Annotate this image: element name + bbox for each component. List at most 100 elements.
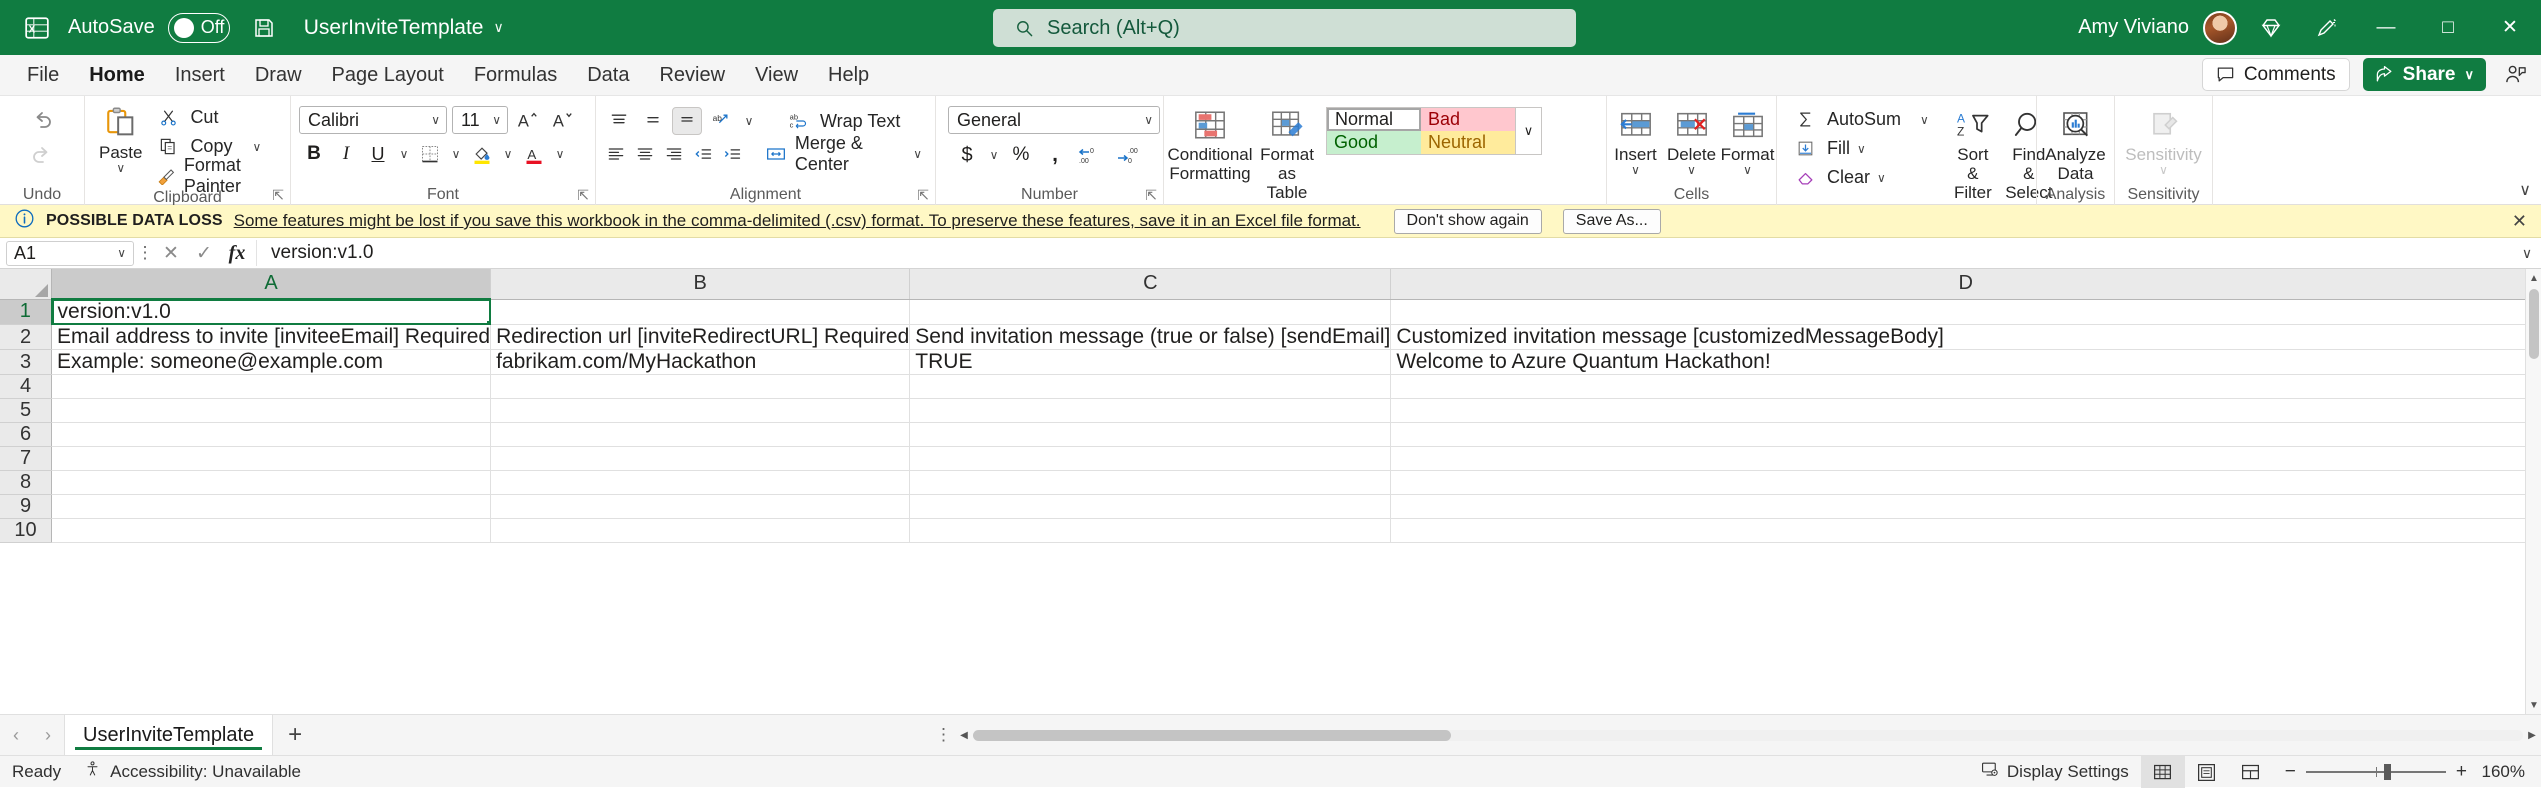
add-sheet-button[interactable]: +: [273, 715, 317, 756]
cell-C9[interactable]: [909, 494, 1392, 519]
accessibility-status[interactable]: Accessibility: Unavailable: [73, 756, 313, 788]
column-header-d[interactable]: D: [1390, 269, 2541, 300]
comments-button[interactable]: Comments: [2201, 58, 2350, 91]
next-sheet-icon[interactable]: ›: [32, 715, 64, 756]
style-bad[interactable]: Bad: [1421, 108, 1515, 131]
font-color-dropdown[interactable]: ∨: [551, 140, 569, 168]
cell-D8[interactable]: [1390, 470, 2541, 495]
underline-dropdown[interactable]: ∨: [395, 140, 413, 168]
row-header-1[interactable]: 1: [0, 299, 53, 325]
tab-data[interactable]: Data: [572, 58, 644, 92]
formula-input[interactable]: version:v1.0: [256, 240, 2513, 266]
fill-button[interactable]: Fill ∨: [1785, 135, 1934, 162]
scroll-left-icon[interactable]: ◀: [955, 728, 973, 743]
clear-button[interactable]: Clear ∨: [1785, 164, 1934, 191]
font-dialog-launcher[interactable]: ⇱: [577, 187, 589, 204]
page-break-preview-button[interactable]: [2229, 756, 2273, 788]
vertical-scrollbar-thumb[interactable]: [2529, 289, 2539, 359]
tab-draw[interactable]: Draw: [240, 58, 317, 92]
horizontal-scrollbar-thumb[interactable]: [973, 730, 1451, 741]
cell-D10[interactable]: [1390, 518, 2541, 543]
row-header-9[interactable]: 9: [0, 494, 53, 519]
cell-B3[interactable]: fabrikam.com/MyHackathon: [490, 349, 911, 375]
cancel-entry-icon[interactable]: ✕: [156, 240, 186, 266]
sort-filter-button[interactable]: AZ Sort & Filter: [1946, 103, 2000, 204]
zoom-in-button[interactable]: +: [2456, 761, 2467, 783]
increase-indent-button[interactable]: [720, 140, 745, 168]
tab-formulas[interactable]: Formulas: [459, 58, 572, 92]
conditional-formatting-button[interactable]: Conditional Formatting: [1167, 103, 1253, 185]
vertical-scrollbar[interactable]: ▲ ▼: [2525, 269, 2541, 714]
cell-B2[interactable]: Redirection url [inviteRedirectURL] Requ…: [490, 324, 911, 350]
bold-button[interactable]: B: [299, 140, 329, 168]
cell-styles-more-button[interactable]: ∨: [1516, 107, 1542, 155]
cut-button[interactable]: Cut: [148, 104, 282, 131]
font-color-button[interactable]: A: [519, 140, 549, 168]
percent-format-button[interactable]: %: [1006, 141, 1036, 169]
cell-D1[interactable]: [1390, 299, 2541, 325]
cell-C3[interactable]: TRUE: [909, 349, 1392, 375]
increase-font-size-button[interactable]: A: [513, 106, 543, 134]
alignment-dialog-launcher[interactable]: ⇱: [917, 187, 929, 204]
previous-sheet-icon[interactable]: ‹: [0, 715, 32, 756]
cell-D6[interactable]: [1390, 422, 2541, 447]
align-top-button[interactable]: [604, 107, 634, 135]
zoom-out-button[interactable]: −: [2285, 761, 2296, 783]
tab-review[interactable]: Review: [644, 58, 740, 92]
insert-function-icon[interactable]: fx: [222, 240, 252, 266]
clipboard-dialog-launcher[interactable]: ⇱: [272, 187, 284, 204]
cell-A1[interactable]: version:v1.0: [51, 299, 492, 325]
redo-button[interactable]: [23, 140, 61, 173]
row-header-2[interactable]: 2: [0, 324, 53, 350]
select-all-corner[interactable]: [0, 269, 53, 300]
italic-button[interactable]: I: [331, 140, 361, 168]
paste-button[interactable]: Paste ∨: [93, 101, 148, 177]
tab-insert[interactable]: Insert: [160, 58, 240, 92]
zoom-slider-knob[interactable]: [2383, 764, 2391, 780]
fill-color-button[interactable]: [467, 140, 497, 168]
cell-A3[interactable]: Example: someone@example.com: [51, 349, 492, 375]
minimize-button[interactable]: —: [2355, 0, 2417, 55]
formula-bar-overflow[interactable]: ⋮: [134, 243, 156, 263]
fill-color-dropdown[interactable]: ∨: [499, 140, 517, 168]
cell-B8[interactable]: [490, 470, 911, 495]
page-layout-view-button[interactable]: [2185, 756, 2229, 788]
analyze-data-button[interactable]: Analyze Data: [2045, 103, 2106, 185]
delete-cells-button[interactable]: Delete ∨: [1665, 103, 1719, 179]
zoom-slider[interactable]: − +: [2273, 761, 2479, 783]
cell-C7[interactable]: [909, 446, 1392, 471]
normal-view-button[interactable]: [2140, 756, 2185, 788]
align-left-button[interactable]: [604, 140, 629, 168]
cell-A10[interactable]: [51, 518, 492, 543]
cell-C2[interactable]: Send invitation message (true or false) …: [909, 324, 1392, 350]
tab-help[interactable]: Help: [813, 58, 884, 92]
cell-A7[interactable]: [51, 446, 492, 471]
wrap-text-button[interactable]: ab c Wrap Text: [778, 108, 905, 135]
cell-A4[interactable]: [51, 374, 492, 399]
cell-D7[interactable]: [1390, 446, 2541, 471]
style-good[interactable]: Good: [1327, 131, 1421, 154]
scroll-down-icon[interactable]: ▼: [2526, 696, 2541, 714]
name-box[interactable]: A1 ∨: [6, 240, 134, 266]
align-center-button[interactable]: [633, 140, 658, 168]
autosave-toggle[interactable]: Off: [167, 12, 230, 43]
collapse-ribbon-button[interactable]: ∨: [2519, 180, 2531, 200]
search-input[interactable]: Search (Alt+Q): [993, 9, 1576, 47]
add-person-icon[interactable]: [2499, 58, 2531, 91]
cell-B5[interactable]: [490, 398, 911, 423]
accounting-format-button[interactable]: $: [952, 141, 982, 169]
share-button[interactable]: Share ∨: [2362, 58, 2486, 91]
horizontal-scrollbar[interactable]: ◀ ▶: [955, 728, 2541, 743]
sensitivity-button[interactable]: Sensitivity ∨: [2124, 103, 2204, 179]
number-dialog-launcher[interactable]: ⇱: [1145, 187, 1157, 204]
decrease-font-size-button[interactable]: A: [548, 106, 578, 134]
font-size-combo[interactable]: 11 ∨: [452, 106, 508, 134]
increase-decimal-button[interactable]: 0.00: [1074, 141, 1108, 169]
merge-center-button[interactable]: Merge & Center ∨: [759, 133, 927, 174]
align-bottom-button[interactable]: [672, 107, 702, 135]
diamond-icon[interactable]: [2243, 0, 2299, 55]
tab-page-layout[interactable]: Page Layout: [317, 58, 459, 92]
insert-cells-button[interactable]: Insert ∨: [1609, 103, 1663, 179]
borders-button[interactable]: [415, 140, 445, 168]
autosave-control[interactable]: AutoSave Off: [68, 12, 230, 43]
